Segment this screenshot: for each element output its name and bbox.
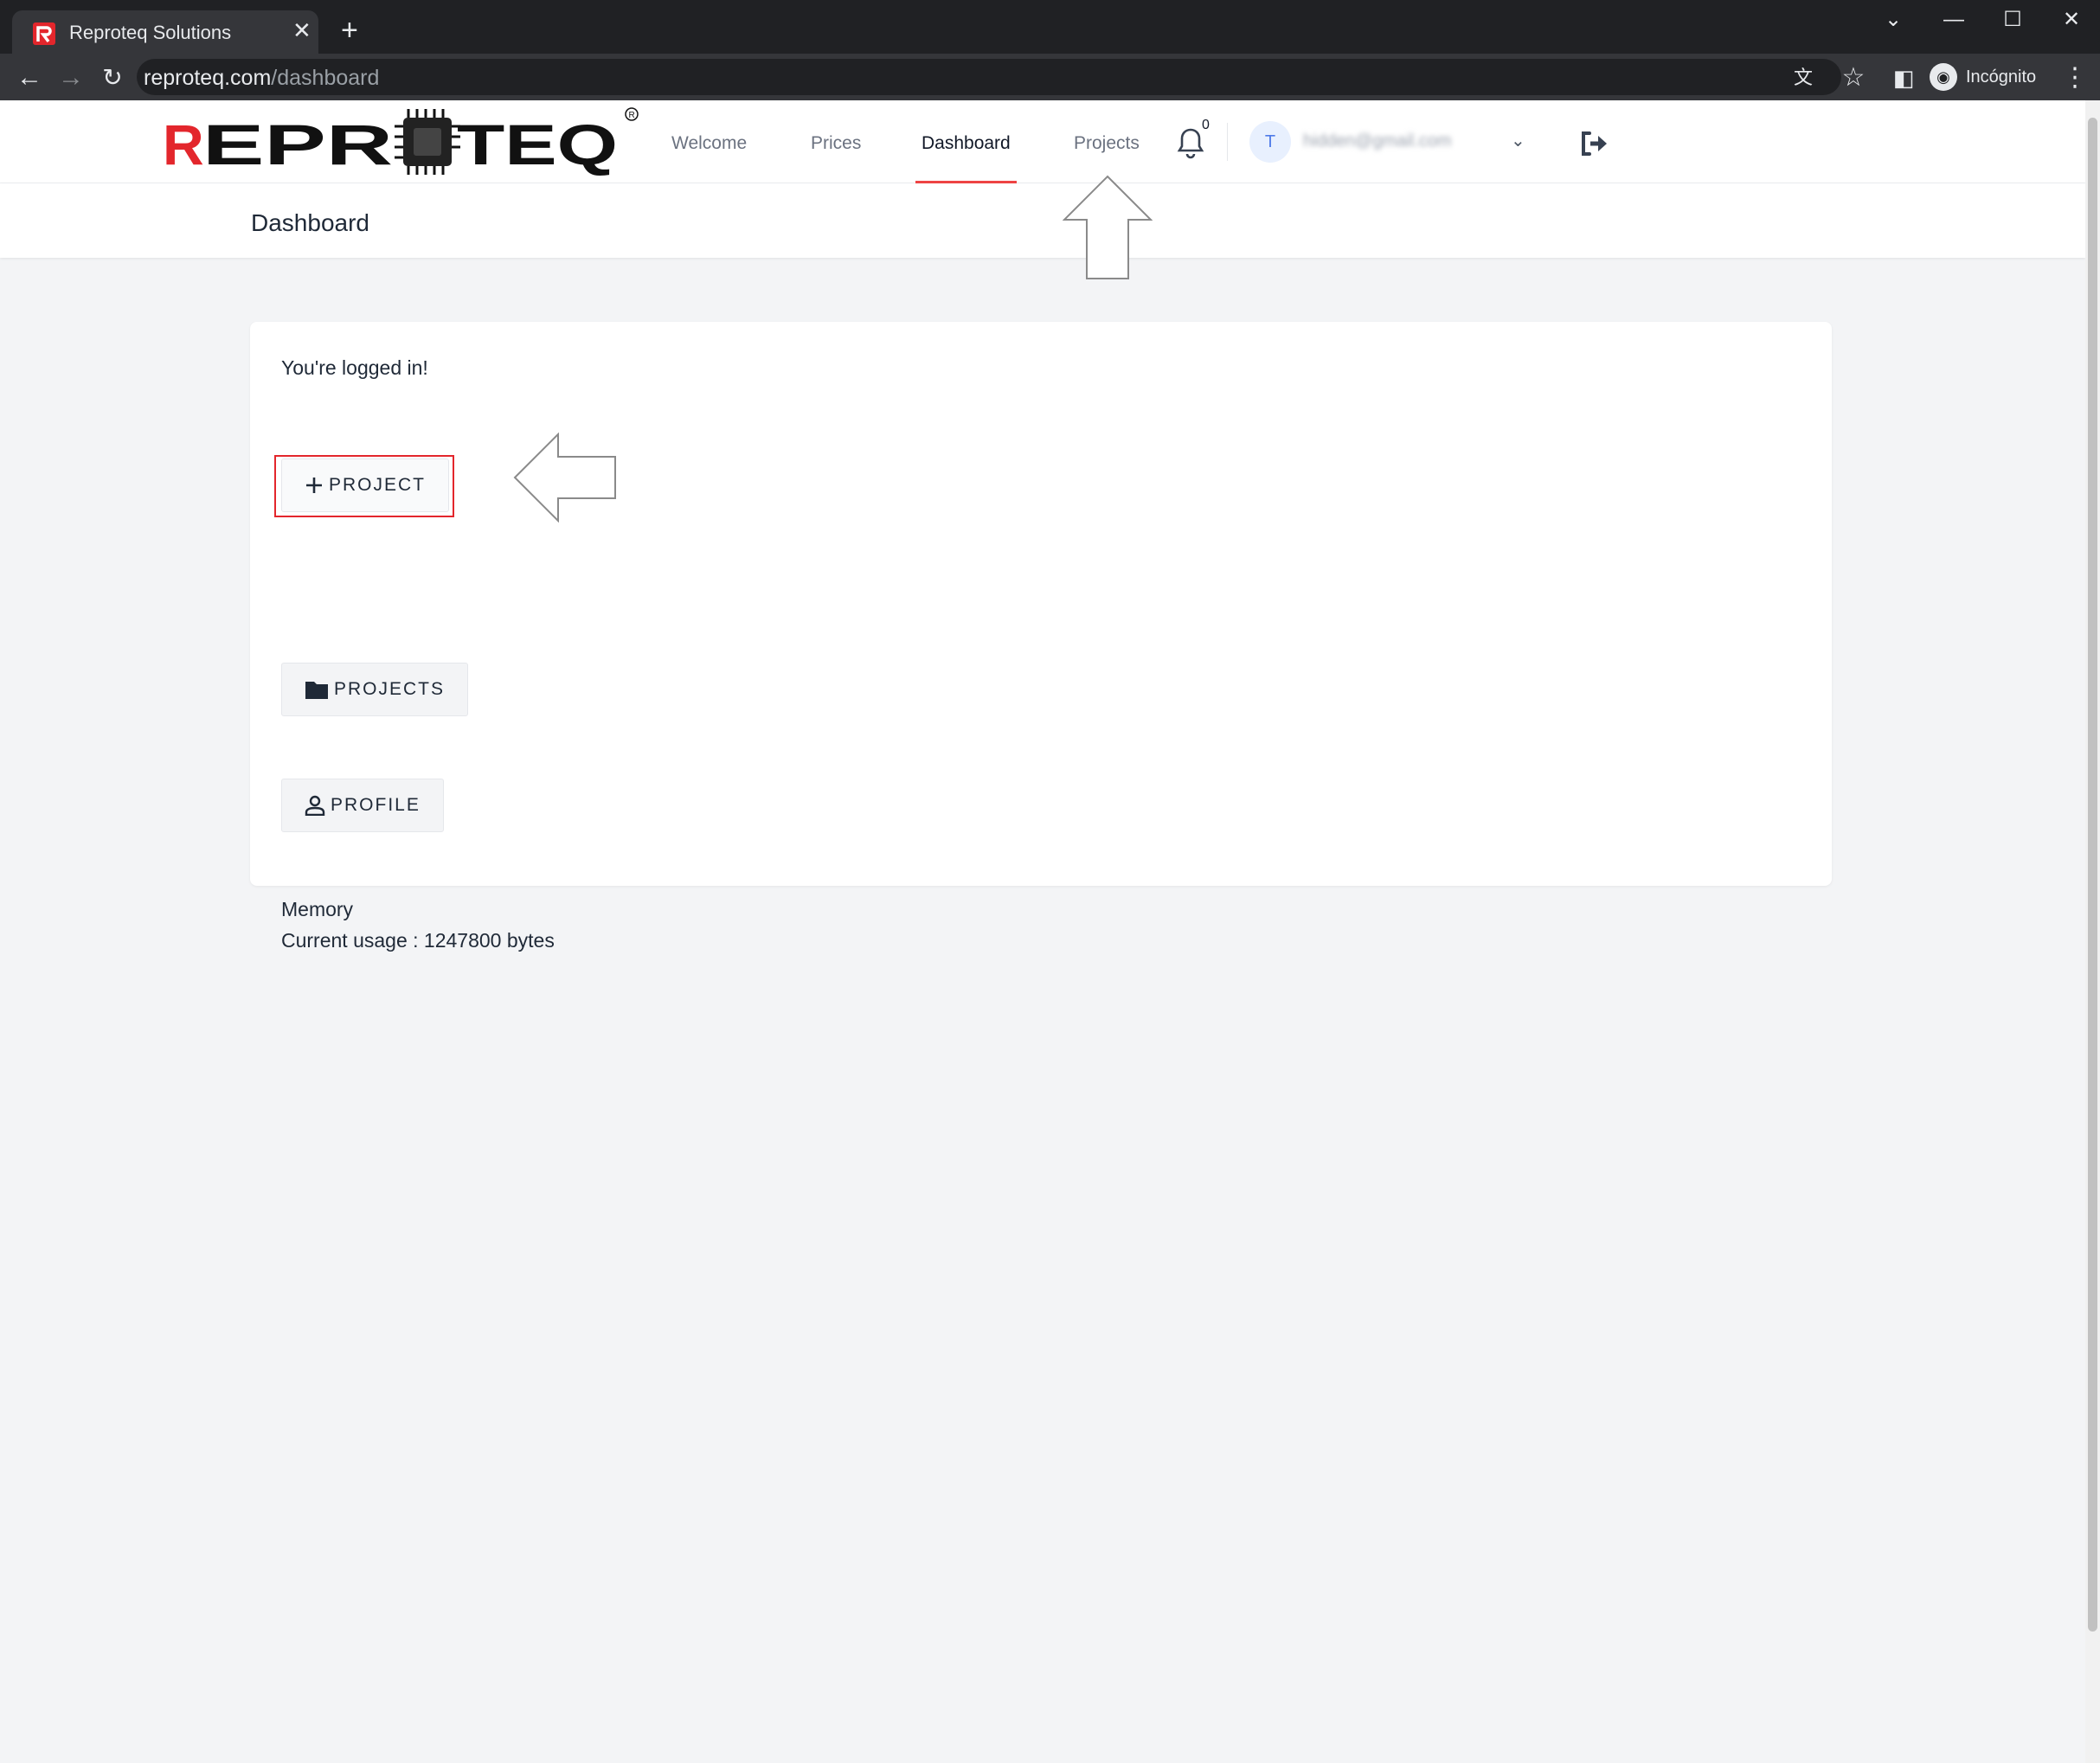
nav-link-projects[interactable]: Projects xyxy=(1074,133,1140,154)
page-scrollbar[interactable] xyxy=(2085,100,2100,1763)
tab-close-icon[interactable]: ✕ xyxy=(292,19,311,42)
browser-titlebar: Reproteq Solutions ✕ + ⌄ — ☐ ✕ xyxy=(0,0,2100,54)
minimize-icon[interactable]: — xyxy=(1928,5,1980,35)
page-title: Dashboard xyxy=(251,209,369,236)
address-bar[interactable]: reproteq.com/dashboard ⽂ xyxy=(137,59,1841,95)
url-host: reproteq.com xyxy=(144,66,272,90)
chevron-down-icon[interactable]: ⌄ xyxy=(1511,130,1525,151)
login-status-text: You're logged in! xyxy=(281,356,428,379)
window-close-icon[interactable]: ✕ xyxy=(2045,5,2097,35)
user-avatar[interactable]: T xyxy=(1249,121,1291,163)
scrollbar-thumb[interactable] xyxy=(2088,118,2097,1632)
incognito-icon: ◉ xyxy=(1930,63,1957,91)
incognito-profile[interactable]: ◉ Incógnito xyxy=(1930,59,2036,95)
tab-title: Reproteq Solutions xyxy=(69,22,232,43)
forward-icon[interactable]: → xyxy=(54,61,88,95)
profile-button[interactable]: PROFILE xyxy=(281,779,444,832)
side-panel-icon[interactable]: ◧ xyxy=(1886,61,1921,95)
user-email[interactable]: hidden@gmail.com xyxy=(1303,131,1452,151)
back-icon[interactable]: ← xyxy=(12,61,47,95)
memory-usage: Current usage : 1247800 bytes xyxy=(281,929,555,952)
logout-icon[interactable] xyxy=(1577,126,1611,161)
dashboard-card: You're logged in! PROJECT PROJECTS PROFI… xyxy=(250,322,1832,952)
reproteq-favicon-icon xyxy=(33,22,55,45)
projects-label: PROJECTS xyxy=(334,679,446,699)
svg-text:TEQ: TEQ xyxy=(457,112,618,176)
page: R EPR TEQ R Welcome Prices Dashboard Pro… xyxy=(0,100,2085,1763)
maximize-icon[interactable]: ☐ xyxy=(1987,5,2039,35)
svg-text:R: R xyxy=(629,111,635,120)
svg-text:EPR: EPR xyxy=(202,112,393,176)
nav-link-dashboard[interactable]: Dashboard xyxy=(922,133,1011,154)
browser-tab[interactable]: Reproteq Solutions ✕ xyxy=(12,10,318,54)
incognito-label: Incógnito xyxy=(1966,67,2037,87)
profile-label: PROFILE xyxy=(331,795,421,815)
tab-search-icon[interactable]: ⌄ xyxy=(1867,5,1919,35)
annotation-left-arrow xyxy=(513,433,616,522)
translate-icon[interactable]: ⽂ xyxy=(1786,61,1821,95)
projects-button[interactable]: PROJECTS xyxy=(281,663,469,716)
url-path: /dashboard xyxy=(271,66,380,90)
page-header: Dashboard xyxy=(0,183,2085,258)
reload-icon[interactable]: ↻ xyxy=(95,61,130,95)
menu-kebab-icon[interactable]: ⋮ xyxy=(2058,61,2092,95)
svg-text:R: R xyxy=(163,112,204,176)
folder-icon xyxy=(305,682,328,699)
new-project-button[interactable]: PROJECT xyxy=(281,458,449,512)
annotation-up-arrow xyxy=(1063,175,1153,279)
nav-link-prices[interactable]: Prices xyxy=(811,133,861,154)
browser-toolbar: ← → ↻ reproteq.com/dashboard ⽂ ☆ ◧ ◉ Inc… xyxy=(0,54,2100,100)
bookmark-star-icon[interactable]: ☆ xyxy=(1836,61,1871,95)
nav-link-welcome[interactable]: Welcome xyxy=(671,133,747,154)
reproteq-logo[interactable]: R EPR TEQ R xyxy=(163,106,639,178)
new-tab-icon[interactable]: + xyxy=(341,16,358,45)
new-project-label: PROJECT xyxy=(329,475,427,495)
memory-title: Memory xyxy=(281,898,354,920)
user-icon xyxy=(305,795,325,816)
url-text: reproteq.com/dashboard xyxy=(144,66,379,91)
nav-divider xyxy=(1227,123,1228,161)
plus-icon xyxy=(306,478,322,493)
notification-count: 0 xyxy=(1202,118,1210,132)
site-navbar: R EPR TEQ R Welcome Prices Dashboard Pro… xyxy=(0,100,2085,183)
